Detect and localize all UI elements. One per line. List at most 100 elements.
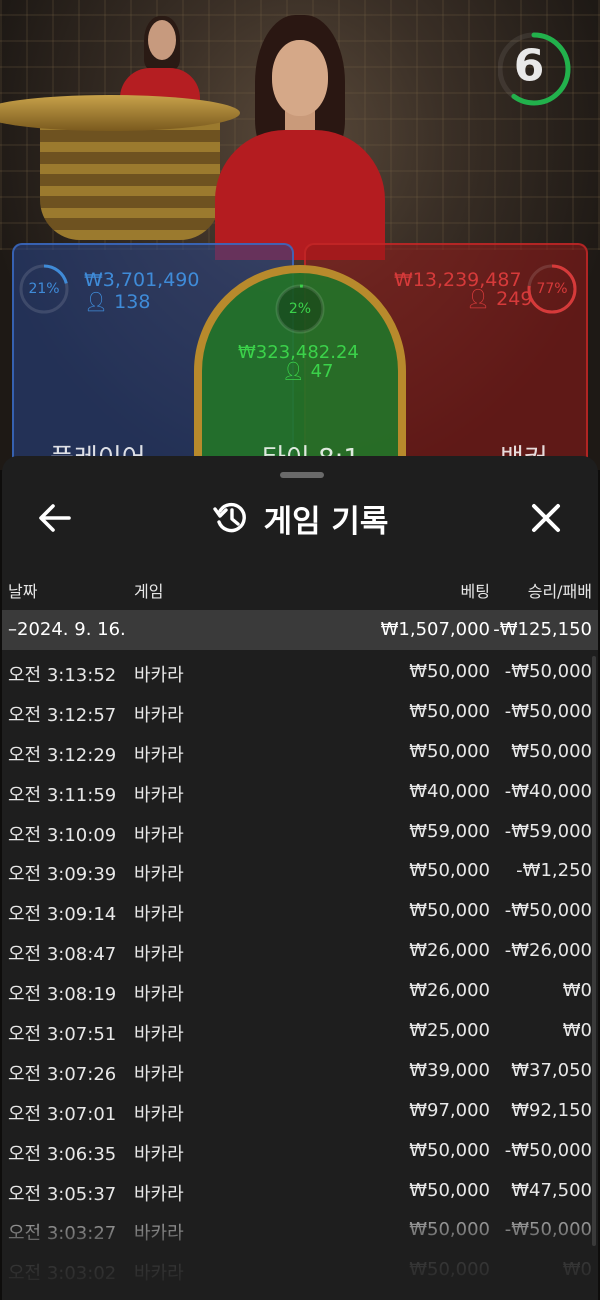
history-row[interactable]: 오전 3:11:59 바카라 ₩40,000 -₩40,000 [2, 772, 598, 812]
history-row[interactable]: 오전 3:08:19 바카라 ₩26,000 ₩0 [2, 971, 598, 1011]
row-time: 오전 3:03:02 [8, 1263, 117, 1285]
history-row[interactable]: 오전 3:08:47 바카라 ₩26,000 -₩26,000 [2, 931, 598, 971]
column-header-date[interactable]: 날짜 [8, 578, 37, 602]
history-row[interactable]: 오전 3:03:27 바카라 ₩50,000 -₩50,000 [2, 1210, 598, 1250]
row-bet: ₩50,000 [409, 1259, 490, 1281]
history-row[interactable]: 오전 3:07:51 바카라 ₩25,000 ₩0 [2, 1011, 598, 1051]
dealer [210, 15, 390, 260]
row-time: 오전 3:10:09 [8, 824, 117, 846]
row-result: ₩50,000 [511, 740, 592, 762]
row-game: 바카라 [134, 1223, 184, 1245]
row-result: -₩40,000 [504, 780, 592, 802]
game-history-sheet: 게임 기록 날짜 게임 베팅 승리/패배 –2024. 9. 16. ₩1,50… [2, 456, 598, 1300]
row-bet: ₩39,000 [409, 1059, 490, 1081]
history-icon [212, 502, 246, 533]
drag-handle[interactable] [280, 472, 324, 478]
row-time: 오전 3:12:57 [8, 704, 117, 726]
tie-total-bet: ₩323,482.24 [238, 342, 359, 363]
row-bet: ₩26,000 [409, 940, 490, 962]
history-row[interactable]: 오전 3:13:52 바카라 ₩50,000 -₩50,000 [2, 652, 598, 692]
column-header-result[interactable]: 승리/패배 [528, 578, 592, 602]
row-time: 오전 3:08:47 [8, 944, 117, 966]
history-row[interactable]: 오전 3:03:02 바카라 ₩50,000 ₩0 [2, 1250, 598, 1290]
column-header-game[interactable]: 게임 [134, 578, 163, 602]
date-group-result-total: -₩125,150 [493, 619, 592, 640]
row-result: ₩0 [562, 980, 592, 1002]
row-result: -₩50,000 [504, 1219, 592, 1241]
user-icon: 👤︎ [466, 288, 491, 310]
player-percent: 21% [28, 281, 60, 297]
row-game: 바카라 [134, 744, 184, 766]
date-group-date: –2024. 9. 16. [8, 619, 126, 640]
row-bet: ₩50,000 [409, 700, 490, 722]
row-game: 바카라 [134, 665, 184, 686]
close-button[interactable] [524, 496, 568, 540]
history-row[interactable]: 오전 3:05:37 바카라 ₩50,000 ₩47,500 [2, 1171, 598, 1211]
history-list: 오전 3:13:52 바카라 ₩50,000 -₩50,000 오전 3:12:57 바카… [2, 652, 598, 1290]
row-time: 오전 3:07:01 [8, 1103, 117, 1125]
row-game: 바카라 [134, 1143, 184, 1165]
history-row[interactable]: 오전 3:09:39 바카라 ₩50,000 -₩1,250 [2, 851, 598, 891]
row-game: 바카라 [134, 984, 184, 1006]
row-bet: ₩26,000 [409, 980, 490, 1002]
row-time: 오전 3:06:35 [8, 1143, 117, 1165]
row-time: 오전 3:08:19 [8, 984, 117, 1006]
row-game: 바카라 [134, 824, 184, 846]
row-bet: ₩50,000 [409, 1179, 490, 1201]
history-row[interactable]: 오전 3:09:14 바카라 ₩50,000 -₩50,000 [2, 891, 598, 931]
row-result: ₩37,050 [511, 1059, 592, 1081]
player-count: 👤︎ 138 [84, 290, 150, 313]
row-result: ₩92,150 [511, 1099, 592, 1121]
row-game: 바카라 [134, 704, 184, 726]
row-time: 오전 3:11:59 [8, 784, 117, 806]
close-icon [532, 504, 560, 532]
row-bet: ₩50,000 [409, 900, 490, 922]
scrollbar[interactable] [592, 656, 596, 1246]
row-game: 바카라 [134, 944, 184, 966]
row-result: -₩50,000 [504, 900, 592, 922]
history-row[interactable]: 오전 3:10:09 바카라 ₩59,000 -₩59,000 [2, 812, 598, 852]
banker-percent-ring: 77% [526, 263, 578, 315]
row-game: 바카라 [134, 1024, 184, 1046]
date-group-bet-total: ₩1,507,000 [380, 619, 490, 640]
row-bet: ₩50,000 [409, 740, 490, 762]
row-game: 바카라 [134, 904, 184, 926]
banker-count: 👤︎ 249 [466, 287, 532, 310]
tie-percent: 2% [288, 301, 312, 317]
back-button[interactable] [32, 496, 76, 540]
history-row[interactable]: 오전 3:12:57 바카라 ₩50,000 -₩50,000 [2, 692, 598, 732]
row-bet: ₩97,000 [409, 1099, 490, 1121]
row-time: 오전 3:07:51 [8, 1024, 117, 1046]
history-row[interactable]: 오전 3:12:29 바카라 ₩50,000 ₩50,000 [2, 732, 598, 772]
row-bet: ₩50,000 [409, 1219, 490, 1241]
row-result: -₩50,000 [504, 700, 592, 722]
tie-count-value: 47 [310, 361, 334, 382]
user-icon: 👤︎ [84, 291, 109, 313]
row-result: -₩26,000 [504, 940, 592, 962]
arrow-left-icon [39, 504, 71, 532]
sheet-header: 게임 기록 [2, 496, 598, 540]
timer-value: 6 [513, 40, 545, 92]
row-game: 바카라 [134, 784, 184, 806]
history-row[interactable]: 오전 3:07:01 바카라 ₩97,000 ₩92,150 [2, 1091, 598, 1131]
row-result: -₩1,250 [516, 860, 592, 882]
tie-count: 👤︎ 47 [282, 361, 334, 382]
row-bet: ₩50,000 [409, 1139, 490, 1161]
date-group-row[interactable]: –2024. 9. 16. ₩1,507,000 -₩125,150 [2, 610, 598, 650]
player-total-bet: ₩3,701,490 [84, 269, 200, 291]
row-result: ₩0 [562, 1020, 592, 1042]
row-result: -₩50,000 [504, 1139, 592, 1161]
row-time: 오전 3:09:14 [8, 904, 117, 926]
row-time: 오전 3:05:37 [8, 1183, 117, 1205]
row-bet: ₩50,000 [409, 860, 490, 882]
row-game: 바카라 [134, 864, 184, 886]
column-header-bet[interactable]: 베팅 [461, 578, 490, 602]
row-result: ₩47,500 [511, 1179, 592, 1201]
history-row[interactable]: 오전 3:07:26 바카라 ₩39,000 ₩37,050 [2, 1051, 598, 1091]
row-result: -₩50,000 [504, 661, 592, 682]
page-title: 게임 기록 [263, 503, 389, 540]
row-time: 오전 3:07:26 [8, 1063, 117, 1085]
history-row[interactable]: 오전 3:06:35 바카라 ₩50,000 -₩50,000 [2, 1131, 598, 1171]
background-table-base [40, 120, 220, 240]
row-result: ₩0 [562, 1259, 592, 1281]
